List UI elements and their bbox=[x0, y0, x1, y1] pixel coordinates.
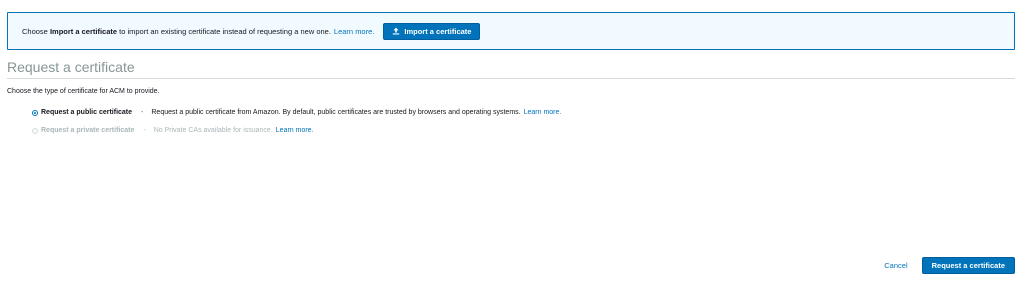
import-button-label: Import a certificate bbox=[404, 26, 472, 36]
cancel-link[interactable]: Cancel bbox=[884, 261, 907, 270]
public-certificate-radio[interactable] bbox=[32, 109, 38, 116]
banner-text: Choose Import a certificate to import an… bbox=[22, 27, 331, 36]
option-separator: - bbox=[143, 127, 146, 134]
banner-learn-more-link[interactable]: Learn more. bbox=[334, 27, 374, 36]
upload-icon bbox=[393, 27, 400, 35]
public-learn-more-link[interactable]: Learn more. bbox=[524, 109, 562, 116]
page-title: Request a certificate bbox=[7, 59, 135, 75]
public-certificate-option[interactable]: Request a public certificate - Request a… bbox=[32, 109, 561, 116]
private-certificate-description: No Private CAs available for issuance. bbox=[153, 127, 273, 134]
request-certificate-button[interactable]: Request a certificate bbox=[921, 257, 1015, 274]
banner-suffix: to import an existing certificate instea… bbox=[117, 26, 331, 36]
banner-bold: Import a certificate bbox=[49, 26, 118, 36]
certificate-type-instruction: Choose the type of certificate for ACM t… bbox=[7, 88, 160, 95]
import-info-banner: Choose Import a certificate to import an… bbox=[7, 12, 1015, 50]
banner-prefix: Choose bbox=[22, 26, 50, 36]
private-certificate-radio bbox=[32, 127, 38, 134]
import-certificate-button[interactable]: Import a certificate bbox=[383, 22, 481, 40]
private-certificate-label: Request a private certificate bbox=[41, 127, 135, 134]
acm-request-page: Choose Import a certificate to import an… bbox=[0, 0, 1024, 296]
public-certificate-label[interactable]: Request a public certificate bbox=[41, 109, 132, 116]
private-certificate-option: Request a private certificate - No Priva… bbox=[32, 127, 314, 134]
form-actions: Cancel Request a certificate bbox=[884, 257, 1015, 274]
option-separator: - bbox=[141, 109, 144, 116]
title-divider bbox=[7, 78, 1015, 79]
public-certificate-description: Request a public certificate from Amazon… bbox=[151, 109, 521, 116]
private-learn-more-link[interactable]: Learn more. bbox=[276, 127, 314, 134]
